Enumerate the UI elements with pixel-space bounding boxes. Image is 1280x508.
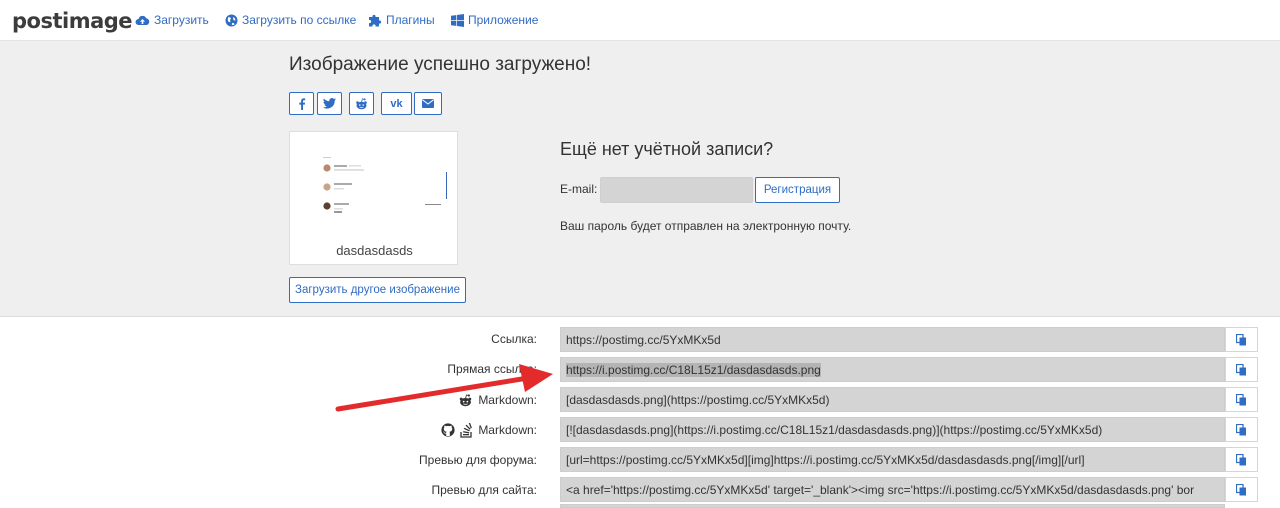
logo[interactable]: postimage <box>12 9 133 33</box>
markdown-reddit-label: Markdown: <box>287 389 537 411</box>
uploaded-image-card[interactable]: dasdasdasds <box>289 131 458 265</box>
copy-direct-link-button[interactable] <box>1225 357 1258 382</box>
nav-upload-by-url[interactable]: Загрузить по ссылке <box>225 13 356 27</box>
forum-preview-field[interactable]: [url=https://postimg.cc/5YxMKx5d][img]ht… <box>560 447 1225 472</box>
markdown-github-field[interactable]: [![dasdasdasds.png](https://i.postimg.cc… <box>560 417 1225 442</box>
link-label: Ссылка: <box>491 332 537 346</box>
nav-upload-by-url-label: Загрузить по ссылке <box>242 13 357 27</box>
link-field[interactable]: https://postimg.cc/5YxMKx5d <box>560 327 1225 352</box>
email-label: E-mail: <box>560 182 598 196</box>
nav-upload[interactable]: Загрузить <box>135 13 209 27</box>
stackoverflow-icon <box>460 422 473 438</box>
copy-icon <box>1236 453 1246 465</box>
vk-icon: vk <box>390 97 403 110</box>
mail-icon <box>422 99 434 108</box>
direct-link-field[interactable]: https://i.postimg.cc/C18L15z1/dasdasdasd… <box>560 357 1225 382</box>
copy-icon <box>1236 333 1246 345</box>
facebook-icon <box>298 97 305 110</box>
github-icon <box>441 423 455 437</box>
reddit-icon <box>356 97 367 109</box>
copy-icon <box>1236 363 1246 375</box>
markdown-github-label: Markdown: <box>287 419 537 441</box>
nav-app-label: Приложение <box>468 13 539 27</box>
top-navbar: postimage Загрузить Загрузить по ссылке … <box>0 0 1280 41</box>
share-twitter-button[interactable] <box>317 92 342 115</box>
nav-upload-label: Загрузить <box>154 13 209 27</box>
thumbnail-caption: dasdasdasds <box>336 243 413 258</box>
nav-plugins-label: Плагины <box>386 13 435 27</box>
copy-forum-preview-button[interactable] <box>1225 447 1258 472</box>
upload-another-button[interactable]: Загрузить другое изображение <box>289 277 466 303</box>
share-mail-button[interactable] <box>414 92 442 115</box>
copy-markdown-reddit-button[interactable] <box>1225 387 1258 412</box>
direct-link-label: Прямая ссылка: <box>447 362 537 376</box>
reddit-icon <box>460 393 472 406</box>
forum-preview-label: Превью для форума: <box>419 453 537 467</box>
site-preview-label: Превью для сайта: <box>431 483 537 497</box>
windows-icon <box>451 13 464 27</box>
copy-icon <box>1236 483 1246 495</box>
email-field[interactable] <box>600 177 753 203</box>
cloud-upload-icon <box>135 15 150 25</box>
page-title: Изображение успешно загружено! <box>289 54 592 75</box>
password-note: Ваш пароль будет отправлен на электронну… <box>560 219 852 233</box>
share-facebook-button[interactable] <box>289 92 314 115</box>
register-button[interactable]: Регистрация <box>755 177 840 203</box>
account-title: Ещё нет учётной записи? <box>560 139 774 159</box>
next-link-field-partial[interactable] <box>560 504 1225 508</box>
copy-icon <box>1236 423 1246 435</box>
copy-link-button[interactable] <box>1225 327 1258 352</box>
nav-app[interactable]: Приложение <box>451 13 538 27</box>
copy-site-preview-button[interactable] <box>1225 477 1258 502</box>
copy-markdown-github-button[interactable] <box>1225 417 1258 442</box>
twitter-icon <box>323 98 336 109</box>
nav-plugins[interactable]: Плагины <box>368 13 435 27</box>
uploaded-image-thumbnail[interactable] <box>321 157 447 219</box>
markdown-reddit-field[interactable]: [dasdasdasds.png](https://postimg.cc/5Yx… <box>560 387 1225 412</box>
copy-icon <box>1236 393 1246 405</box>
puzzle-icon <box>369 14 382 26</box>
site-preview-field[interactable]: <a href='https://postimg.cc/5YxMKx5d' ta… <box>560 477 1225 502</box>
share-vk-button[interactable]: vk <box>381 92 412 115</box>
globe-icon <box>225 14 238 26</box>
share-reddit-button[interactable] <box>349 92 374 115</box>
